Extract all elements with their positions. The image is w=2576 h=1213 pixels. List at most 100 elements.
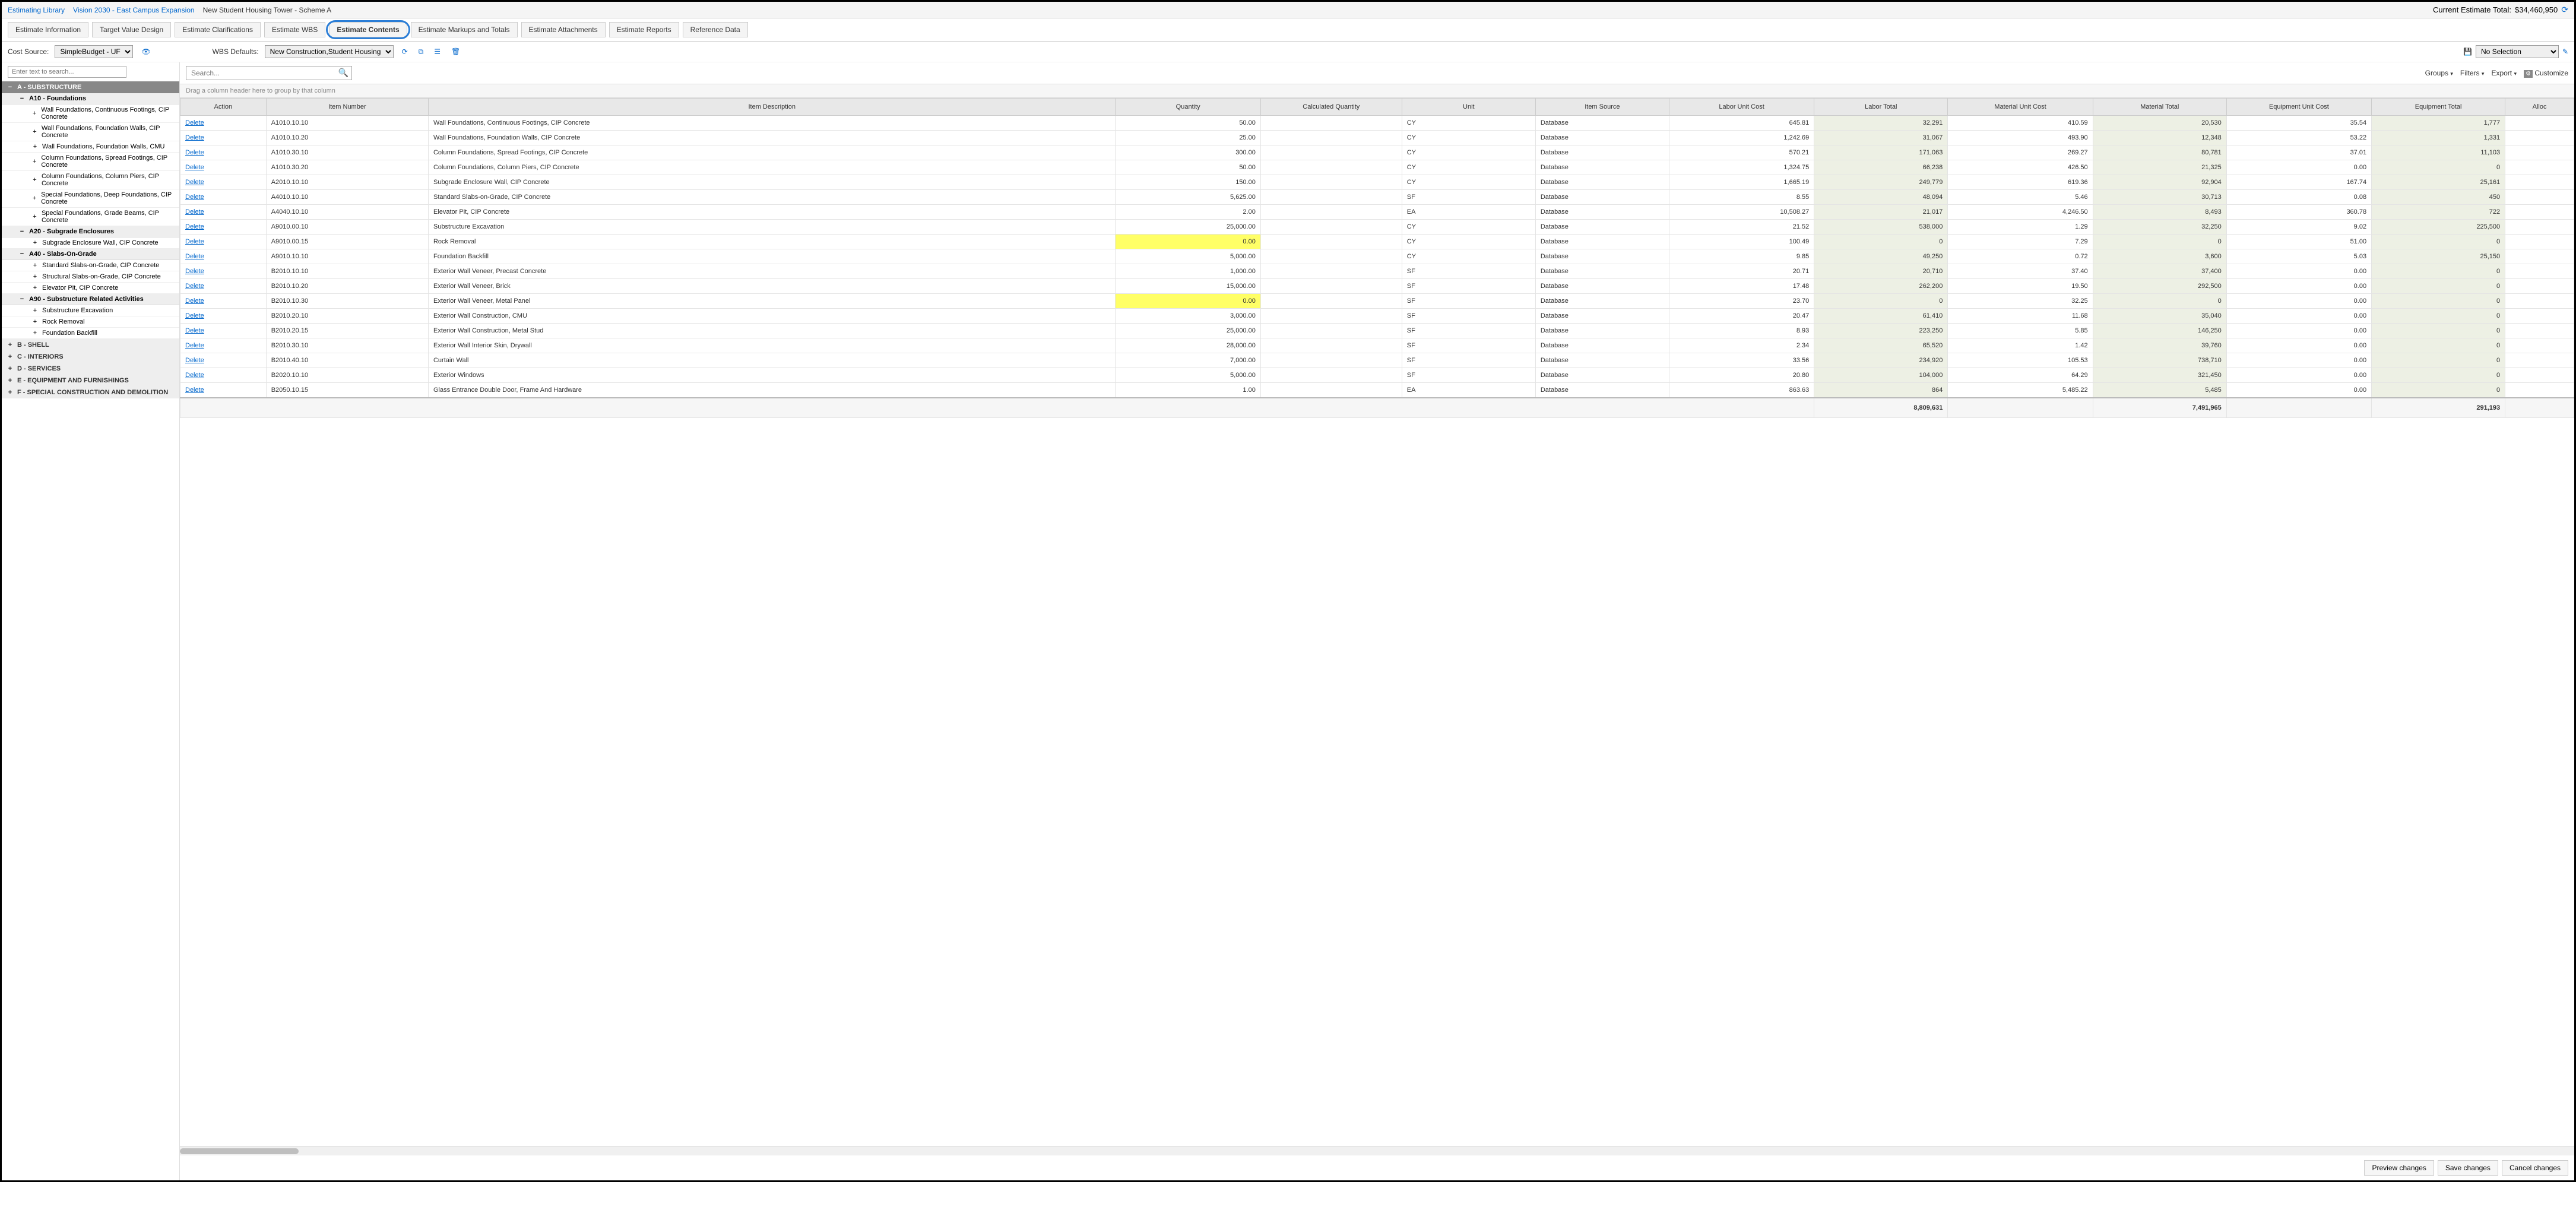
cell-quantity[interactable]: 5,625.00 — [1116, 190, 1260, 205]
content-search-input[interactable] — [186, 66, 352, 80]
col-material-unit-cost[interactable]: Material Unit Cost — [1948, 99, 2093, 116]
tree-leaf[interactable]: +Wall Foundations, Continuous Footings, … — [2, 104, 179, 123]
cell-quantity[interactable]: 5,000.00 — [1116, 249, 1260, 264]
cell-quantity[interactable]: 0.00 — [1116, 294, 1260, 309]
plus-icon[interactable]: + — [31, 318, 39, 325]
plus-icon[interactable]: + — [31, 262, 39, 269]
cell-quantity[interactable]: 25,000.00 — [1116, 220, 1260, 235]
tree-sub-a10[interactable]: −A10 - Foundations — [2, 93, 179, 104]
plus-icon[interactable]: + — [31, 213, 38, 220]
tab-estimate-reports[interactable]: Estimate Reports — [609, 22, 679, 37]
col-labor-total[interactable]: Labor Total — [1814, 99, 1948, 116]
col-unit[interactable]: Unit — [1402, 99, 1535, 116]
col-equipment-total[interactable]: Equipment Total — [2372, 99, 2505, 116]
plus-icon[interactable]: + — [31, 239, 39, 246]
edit-icon[interactable]: ✎ — [2562, 47, 2568, 56]
table-row[interactable]: DeleteA4010.10.10Standard Slabs-on-Grade… — [180, 190, 2574, 205]
tree-leaf[interactable]: +Special Foundations, Grade Beams, CIP C… — [2, 208, 179, 226]
delete-link[interactable]: Delete — [185, 238, 204, 245]
scrollbar-thumb[interactable] — [180, 1148, 299, 1154]
table-row[interactable]: DeleteB2010.30.10Exterior Wall Interior … — [180, 338, 2574, 353]
tree-section-e[interactable]: +E - EQUIPMENT AND FURNISHINGS — [2, 375, 179, 387]
table-row[interactable]: DeleteB2010.10.20Exterior Wall Veneer, B… — [180, 279, 2574, 294]
tree-leaf[interactable]: +Rock Removal — [2, 316, 179, 328]
delete-link[interactable]: Delete — [185, 312, 204, 319]
sidebar-search-input[interactable] — [8, 66, 126, 78]
col-equipment-unit-cost[interactable]: Equipment Unit Cost — [2226, 99, 2371, 116]
table-row[interactable]: DeleteA2010.10.10Subgrade Enclosure Wall… — [180, 175, 2574, 190]
tree-leaf[interactable]: +Structural Slabs-on-Grade, CIP Concrete — [2, 271, 179, 283]
table-row[interactable]: DeleteA1010.30.10Column Foundations, Spr… — [180, 145, 2574, 160]
expand-icon[interactable]: + — [7, 389, 14, 396]
tree-leaf[interactable]: +Column Foundations, Column Piers, CIP C… — [2, 171, 179, 189]
plus-icon[interactable]: + — [31, 158, 37, 165]
cell-quantity[interactable]: 2.00 — [1116, 205, 1260, 220]
col-item-source[interactable]: Item Source — [1535, 99, 1669, 116]
cell-quantity[interactable]: 3,000.00 — [1116, 309, 1260, 324]
cell-quantity[interactable]: 50.00 — [1116, 116, 1260, 131]
tree-section-f[interactable]: +F - SPECIAL CONSTRUCTION AND DEMOLITION — [2, 387, 179, 398]
tab-estimate-attachments[interactable]: Estimate Attachments — [521, 22, 606, 37]
table-row[interactable]: DeleteA1010.10.10Wall Foundations, Conti… — [180, 116, 2574, 131]
tab-estimate-markups[interactable]: Estimate Markups and Totals — [411, 22, 518, 37]
preview-changes-button[interactable]: Preview changes — [2364, 1160, 2434, 1176]
delete-link[interactable]: Delete — [185, 372, 204, 379]
group-by-bar[interactable]: Drag a column header here to group by th… — [180, 84, 2574, 98]
tab-target-value-design[interactable]: Target Value Design — [92, 22, 171, 37]
expand-icon[interactable]: + — [7, 377, 14, 384]
selection-dropdown[interactable]: No Selection — [2476, 45, 2559, 58]
cell-quantity[interactable]: 15,000.00 — [1116, 279, 1260, 294]
collapse-icon[interactable]: − — [18, 95, 26, 102]
table-row[interactable]: DeleteA9010.10.10Foundation Backfill5,00… — [180, 249, 2574, 264]
collapse-icon[interactable]: − — [7, 84, 14, 91]
delete-link[interactable]: Delete — [185, 297, 204, 305]
collapse-icon[interactable]: − — [18, 251, 26, 258]
breadcrumb-program[interactable]: Vision 2030 - East Campus Expansion — [73, 6, 195, 14]
col-labor-unit-cost[interactable]: Labor Unit Cost — [1669, 99, 1814, 116]
tree-leaf[interactable]: +Wall Foundations, Foundation Walls, CIP… — [2, 123, 179, 141]
wbs-delete-icon[interactable]: 🗑 — [449, 47, 462, 56]
horizontal-scrollbar[interactable] — [180, 1147, 2574, 1155]
plus-icon[interactable]: + — [31, 110, 37, 117]
delete-link[interactable]: Delete — [185, 119, 204, 126]
expand-icon[interactable]: + — [7, 353, 14, 360]
save-disk-icon[interactable]: 💾 — [2463, 47, 2472, 56]
tree-leaf[interactable]: +Foundation Backfill — [2, 328, 179, 339]
table-row[interactable]: DeleteB2010.20.10Exterior Wall Construct… — [180, 309, 2574, 324]
plus-icon[interactable]: + — [31, 128, 38, 135]
cell-quantity[interactable]: 50.00 — [1116, 160, 1260, 175]
table-row[interactable]: DeleteA9010.00.15Rock Removal0.00CYDatab… — [180, 235, 2574, 249]
col-alloc[interactable]: Alloc — [2505, 99, 2574, 116]
refresh-icon[interactable]: ⟳ — [2561, 5, 2568, 15]
delete-link[interactable]: Delete — [185, 223, 204, 230]
wbs-defaults-select[interactable]: New Construction,Student Housing — [265, 45, 394, 58]
delete-link[interactable]: Delete — [185, 164, 204, 171]
tree-section-b[interactable]: +B - SHELL — [2, 339, 179, 351]
cell-quantity[interactable]: 5,000.00 — [1116, 368, 1260, 383]
cell-quantity[interactable]: 0.00 — [1116, 235, 1260, 249]
plus-icon[interactable]: + — [31, 176, 38, 183]
tab-estimate-clarifications[interactable]: Estimate Clarifications — [175, 22, 261, 37]
tree-leaf[interactable]: +Special Foundations, Deep Foundations, … — [2, 189, 179, 208]
delete-link[interactable]: Delete — [185, 327, 204, 334]
delete-link[interactable]: Delete — [185, 268, 204, 275]
delete-link[interactable]: Delete — [185, 134, 204, 141]
table-row[interactable]: DeleteB2050.10.15Glass Entrance Double D… — [180, 383, 2574, 398]
breadcrumb-library[interactable]: Estimating Library — [8, 6, 65, 14]
tree-sub-a20[interactable]: −A20 - Subgrade Enclosures — [2, 226, 179, 237]
expand-icon[interactable]: + — [7, 341, 14, 349]
table-row[interactable]: DeleteA1010.30.20Column Foundations, Col… — [180, 160, 2574, 175]
filters-dropdown[interactable]: Filters ▾ — [2460, 69, 2485, 77]
cell-quantity[interactable]: 1.00 — [1116, 383, 1260, 398]
tree-section-a[interactable]: −A - SUBSTRUCTURE — [2, 81, 179, 93]
tree-sub-a90[interactable]: −A90 - Substructure Related Activities — [2, 294, 179, 305]
save-changes-button[interactable]: Save changes — [2438, 1160, 2498, 1176]
tree-section-d[interactable]: +D - SERVICES — [2, 363, 179, 375]
delete-link[interactable]: Delete — [185, 149, 204, 156]
col-material-total[interactable]: Material Total — [2093, 99, 2226, 116]
search-icon[interactable]: 🔍 — [338, 68, 348, 78]
table-row[interactable]: DeleteB2010.10.10Exterior Wall Veneer, P… — [180, 264, 2574, 279]
delete-link[interactable]: Delete — [185, 208, 204, 216]
col-action[interactable]: Action — [180, 99, 267, 116]
cost-source-select[interactable]: SimpleBudget - UF — [55, 45, 133, 58]
